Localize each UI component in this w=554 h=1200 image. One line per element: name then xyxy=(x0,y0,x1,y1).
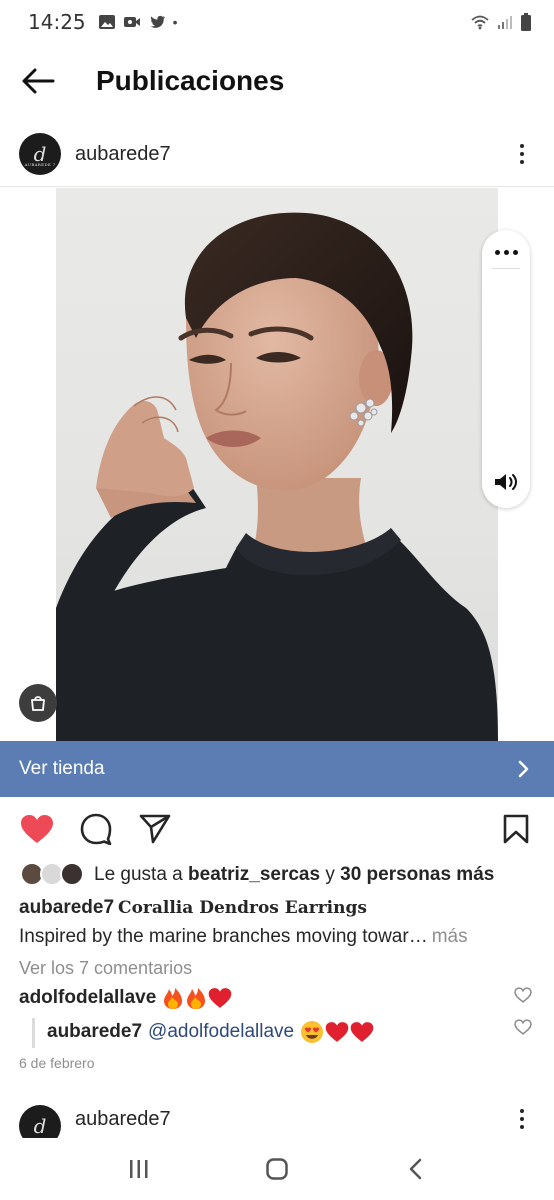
caption-more-link[interactable]: más xyxy=(432,926,468,947)
battery-icon xyxy=(521,13,531,31)
comment-icon xyxy=(80,813,112,845)
reply-indent-bar xyxy=(32,1018,35,1048)
shopping-bag-button[interactable] xyxy=(19,684,57,722)
side-panel-divider xyxy=(492,268,520,269)
like-button[interactable] xyxy=(18,810,56,848)
comment-button[interactable] xyxy=(77,810,115,848)
caption-title-line: aubarede7 Corallia Dendros Earrings xyxy=(19,897,367,919)
home-button[interactable] xyxy=(255,1147,299,1191)
more-vertical-icon xyxy=(520,144,524,148)
more-horizontal-icon xyxy=(494,249,500,255)
chevron-right-icon xyxy=(518,760,529,778)
comment-emoji xyxy=(162,986,232,1010)
fire-icon xyxy=(164,988,183,1009)
divider xyxy=(0,186,554,187)
fire-icon xyxy=(187,988,206,1009)
wifi-icon xyxy=(471,15,489,30)
caption-username[interactable]: aubarede7 xyxy=(19,897,114,918)
share-button[interactable] xyxy=(136,810,174,848)
signal-icon xyxy=(498,16,512,29)
likes-summary[interactable]: Le gusta a beatriz_sercas y 30 personas … xyxy=(20,860,494,890)
caption-title: Corallia Dendros Earrings xyxy=(118,898,367,918)
caption-text: Inspired by the marine branches moving t… xyxy=(19,926,428,947)
next-post-options-button[interactable] xyxy=(512,1104,532,1134)
app-header: Publicaciones xyxy=(0,46,554,116)
status-bar: 14:25 • xyxy=(0,0,554,44)
avatar-sub: AUBAREDE 7 xyxy=(24,162,56,167)
reply-mention[interactable]: @adolfodelallave xyxy=(148,1021,294,1043)
next-avatar-letter: d xyxy=(33,1114,47,1138)
likes-user[interactable]: beatriz_sercas xyxy=(188,864,320,886)
notification-dot: • xyxy=(172,14,178,30)
back-button[interactable] xyxy=(18,61,58,101)
post-image[interactable] xyxy=(56,188,498,741)
comment-1: adolfodelallave xyxy=(19,986,232,1010)
next-post-avatar[interactable]: d xyxy=(19,1105,61,1138)
more-vertical-icon xyxy=(520,1109,524,1113)
likes-others[interactable]: 30 personas más xyxy=(340,864,494,886)
send-icon xyxy=(139,814,171,844)
next-post-username[interactable]: aubarede7 xyxy=(75,1108,171,1131)
avatar[interactable]: d AUBAREDE 7 xyxy=(19,133,61,175)
system-nav-bar xyxy=(0,1138,554,1200)
save-button[interactable] xyxy=(497,810,535,848)
floating-side-panel xyxy=(482,230,530,508)
recent-apps-button[interactable] xyxy=(117,1147,161,1191)
reply-user[interactable]: aubarede7 xyxy=(47,1021,142,1043)
recent-apps-icon xyxy=(130,1160,148,1178)
gallery-icon xyxy=(98,15,115,29)
chevron-left-icon xyxy=(409,1158,422,1180)
post-options-button[interactable] xyxy=(512,139,532,169)
heart-eyes-icon xyxy=(301,1021,324,1043)
comment-user[interactable]: adolfodelallave xyxy=(19,987,156,1009)
view-shop-label: Ver tienda xyxy=(19,758,105,779)
reply-emoji xyxy=(300,1020,374,1044)
next-post-header: d aubarede7 xyxy=(0,1100,554,1138)
post-username[interactable]: aubarede7 xyxy=(75,143,171,166)
red-heart-icon xyxy=(350,1022,374,1042)
post-date: 6 de febrero xyxy=(19,1055,95,1071)
home-icon xyxy=(266,1158,288,1180)
likes-join: y xyxy=(325,864,335,885)
model-photo xyxy=(56,212,498,741)
status-time: 14:25 xyxy=(28,10,86,34)
system-back-button[interactable] xyxy=(393,1147,437,1191)
comment-reply: aubarede7 @adolfodelallave xyxy=(47,1020,374,1044)
video-call-icon xyxy=(123,17,140,27)
view-shop-bar[interactable]: Ver tienda xyxy=(0,741,554,797)
liker-avatars xyxy=(20,862,86,888)
post-header: d AUBAREDE 7 aubarede7 xyxy=(0,128,554,180)
shopping-bag-icon xyxy=(31,696,45,711)
comment-like-icon[interactable] xyxy=(514,986,532,1004)
back-arrow-icon xyxy=(22,68,55,94)
twitter-icon xyxy=(150,15,165,28)
view-comments-link[interactable]: Ver los 7 comentarios xyxy=(19,958,192,979)
page-title: Publicaciones xyxy=(96,65,285,96)
side-panel-menu-button[interactable] xyxy=(482,244,530,260)
sound-button[interactable] xyxy=(492,468,520,496)
reply-like-icon[interactable] xyxy=(514,1018,532,1036)
post-actions xyxy=(0,808,554,850)
volume-icon xyxy=(495,474,517,490)
red-heart-icon xyxy=(208,988,232,1008)
heart-filled-icon xyxy=(21,815,53,843)
bookmark-icon xyxy=(503,814,529,844)
red-heart-icon xyxy=(325,1022,349,1042)
caption-text-line: Inspired by the marine branches moving t… xyxy=(19,926,468,948)
liker-avatar xyxy=(60,862,84,886)
likes-prefix: Le gusta a xyxy=(94,864,183,885)
